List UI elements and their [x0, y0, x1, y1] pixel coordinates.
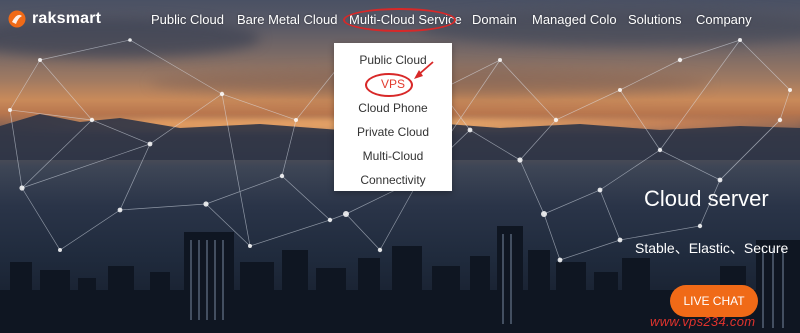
- multi-cloud-dropdown-menu: Public Cloud VPS Cloud Phone Private Clo…: [334, 43, 452, 191]
- nav-item-domain[interactable]: Domain: [472, 12, 517, 27]
- watermark-text: www.vps234.com: [650, 314, 756, 329]
- raksmart-logo-icon: [8, 10, 26, 28]
- annotation-circle-vps: [365, 73, 413, 97]
- dropdown-item-private-cloud[interactable]: Private Cloud: [334, 125, 452, 139]
- nav-item-company[interactable]: Company: [696, 12, 752, 27]
- hero-subtitle: Stable、Elastic、Secure: [635, 240, 789, 256]
- top-navigation: raksmart Public Cloud Bare Metal Cloud M…: [0, 0, 800, 40]
- dropdown-item-public-cloud[interactable]: Public Cloud: [334, 53, 452, 67]
- dropdown-item-connectivity[interactable]: Connectivity: [334, 173, 452, 187]
- dropdown-item-cloud-phone[interactable]: Cloud Phone: [334, 101, 452, 115]
- brand-logo[interactable]: raksmart: [8, 10, 101, 28]
- dropdown-item-multi-cloud[interactable]: Multi-Cloud: [334, 149, 452, 163]
- nav-item-public-cloud[interactable]: Public Cloud: [151, 12, 224, 27]
- nav-item-managed-colo[interactable]: Managed Colo: [532, 12, 617, 27]
- nav-item-bare-metal-cloud[interactable]: Bare Metal Cloud: [237, 12, 337, 27]
- nav-item-solutions[interactable]: Solutions: [628, 12, 681, 27]
- annotation-circle-nav: [343, 8, 456, 32]
- brand-name: raksmart: [32, 10, 102, 27]
- live-chat-button[interactable]: LIVE CHAT: [670, 285, 758, 317]
- hero-title: Cloud server: [644, 186, 769, 211]
